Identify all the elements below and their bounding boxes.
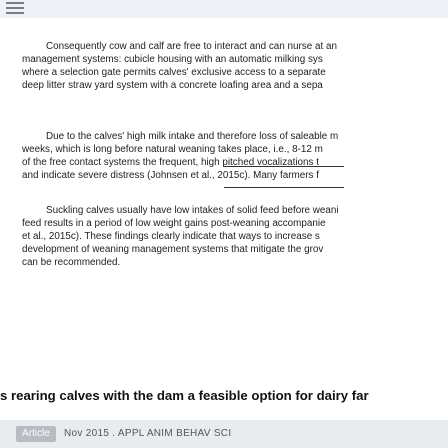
article-title[interactable]: s rearing calves with the dam a feasible…	[0, 388, 369, 403]
paragraph-3: Suckling calves usually have low intakes…	[22, 204, 448, 269]
paragraph-line: weeks, which is long before natural wean…	[22, 144, 323, 155]
article-title-band[interactable]: s rearing calves with the dam a feasible…	[0, 385, 448, 409]
paragraph-line: Suckling calves usually have low intakes…	[46, 205, 339, 216]
paragraph-line: management systems: cubicle housing with…	[22, 54, 323, 65]
paragraph-line: feed results in a period of low weight g…	[22, 218, 326, 229]
journal-info: Nov 2015 . APPL ANIM BEHAV SCI	[64, 428, 232, 439]
top-toolbar	[0, 0, 448, 18]
paragraph-line: and indicate severe distress (Johnsen et…	[22, 170, 319, 181]
paragraph-line: deep litter straw yard system with a con…	[22, 80, 323, 91]
paragraph-line: development of weaning management system…	[22, 244, 324, 255]
article-footer: Article Nov 2015 . APPL ANIM BEHAV SCI	[0, 420, 448, 448]
paragraph-1: Consequently cow and calf are free to in…	[22, 40, 448, 92]
paragraph-line: et al., 2015c). These findings clearly i…	[22, 231, 320, 242]
paragraph-line: can be recommended.	[22, 257, 121, 268]
paragraph-line: Consequently cow and calf are free to in…	[46, 41, 337, 52]
paragraph-2: Due to the calves' high milk intake and …	[22, 130, 448, 182]
paragraph-line: Due to the calves' high milk intake and …	[46, 131, 339, 142]
paragraph-line: of the free contact systems the frequent…	[22, 157, 319, 168]
article-type-badge: Article	[16, 426, 56, 442]
paragraph-line: where a selection gate permits calves' e…	[22, 67, 326, 78]
menu-icon[interactable]	[6, 2, 24, 16]
